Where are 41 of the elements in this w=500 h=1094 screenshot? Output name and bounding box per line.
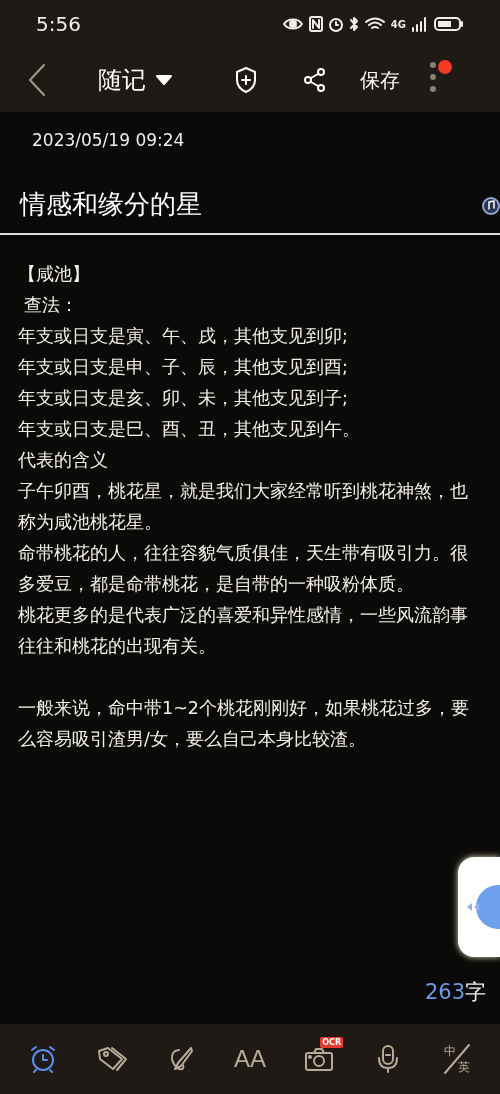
bluetooth-icon — [348, 16, 359, 32]
eye-icon — [281, 17, 304, 31]
notebook-dropdown[interactable]: 随记 — [98, 64, 172, 96]
wifi-icon — [363, 16, 386, 32]
font-size-icon: AA — [233, 1045, 266, 1073]
note-paragraph: 年支或日支是亥、卯、未，其他支见到子; — [18, 387, 349, 410]
font-tool-button[interactable]: AA — [230, 1039, 270, 1079]
note-date: 2023/05/19 09:24 — [31, 129, 186, 152]
translate-tool-button[interactable]: 中 英 — [437, 1039, 478, 1079]
note-paragraph: 【咸池】 — [18, 263, 91, 286]
signal-icon — [411, 16, 429, 32]
microphone-icon — [376, 1044, 401, 1074]
note-paragraph: 查法： — [22, 294, 79, 317]
back-button[interactable] — [26, 63, 48, 97]
save-button[interactable]: 保存 — [360, 66, 400, 94]
note-paragraph: 代表的含义 — [18, 449, 109, 472]
more-icon — [430, 60, 436, 94]
note-paragraph: 年支或日支是寅、午、戌，其他支见到卯; — [18, 325, 349, 348]
word-count: 263字 — [424, 979, 486, 1006]
note-paragraph: 桃花更多的是代表广泛的喜爱和异性感情，一些风流韵事往往和桃花的出现有关。 — [18, 604, 469, 658]
back-icon — [26, 63, 48, 97]
ocr-badge: OCR — [320, 1037, 344, 1048]
share-button[interactable] — [302, 67, 328, 93]
side-panel-handle[interactable] — [458, 857, 500, 957]
share-icon — [302, 67, 328, 93]
privacy-button[interactable] — [234, 66, 258, 94]
status-time: 5:56 — [36, 12, 81, 36]
note-paragraph: 年支或日支是申、子、辰，其他支见到酉; — [18, 356, 349, 379]
note-paragraph: 年支或日支是巳、酉、丑，其他支见到午。 — [18, 418, 361, 441]
tags-icon — [95, 1045, 128, 1073]
note-paragraph: 子午卯酉，桃花星，就是我们大家经常听到桃花神煞，也称为咸池桃花星。 — [18, 480, 469, 534]
note-paragraph: 命带桃花的人，往往容貌气质俱佳，天生带有吸引力。很多爱豆，都是命带桃花，是自带的一种吸粉体质。 — [18, 542, 469, 596]
battery-icon — [434, 16, 464, 32]
note-title: 情感和缘分的星 — [18, 188, 203, 221]
caret-icon — [156, 75, 172, 85]
shield-plus-icon — [234, 66, 258, 94]
network-label: 4G — [390, 18, 406, 30]
note-paragraph: 一般来说，命中带1~2个桃花刚刚好，如果桃花过多，要么容易吸引渣男/女，要么自己本身比较渣。 — [18, 697, 470, 751]
nfc-icon — [308, 16, 323, 32]
camera-icon — [304, 1046, 335, 1072]
chinese-english-icon: 中 英 — [443, 1043, 472, 1075]
